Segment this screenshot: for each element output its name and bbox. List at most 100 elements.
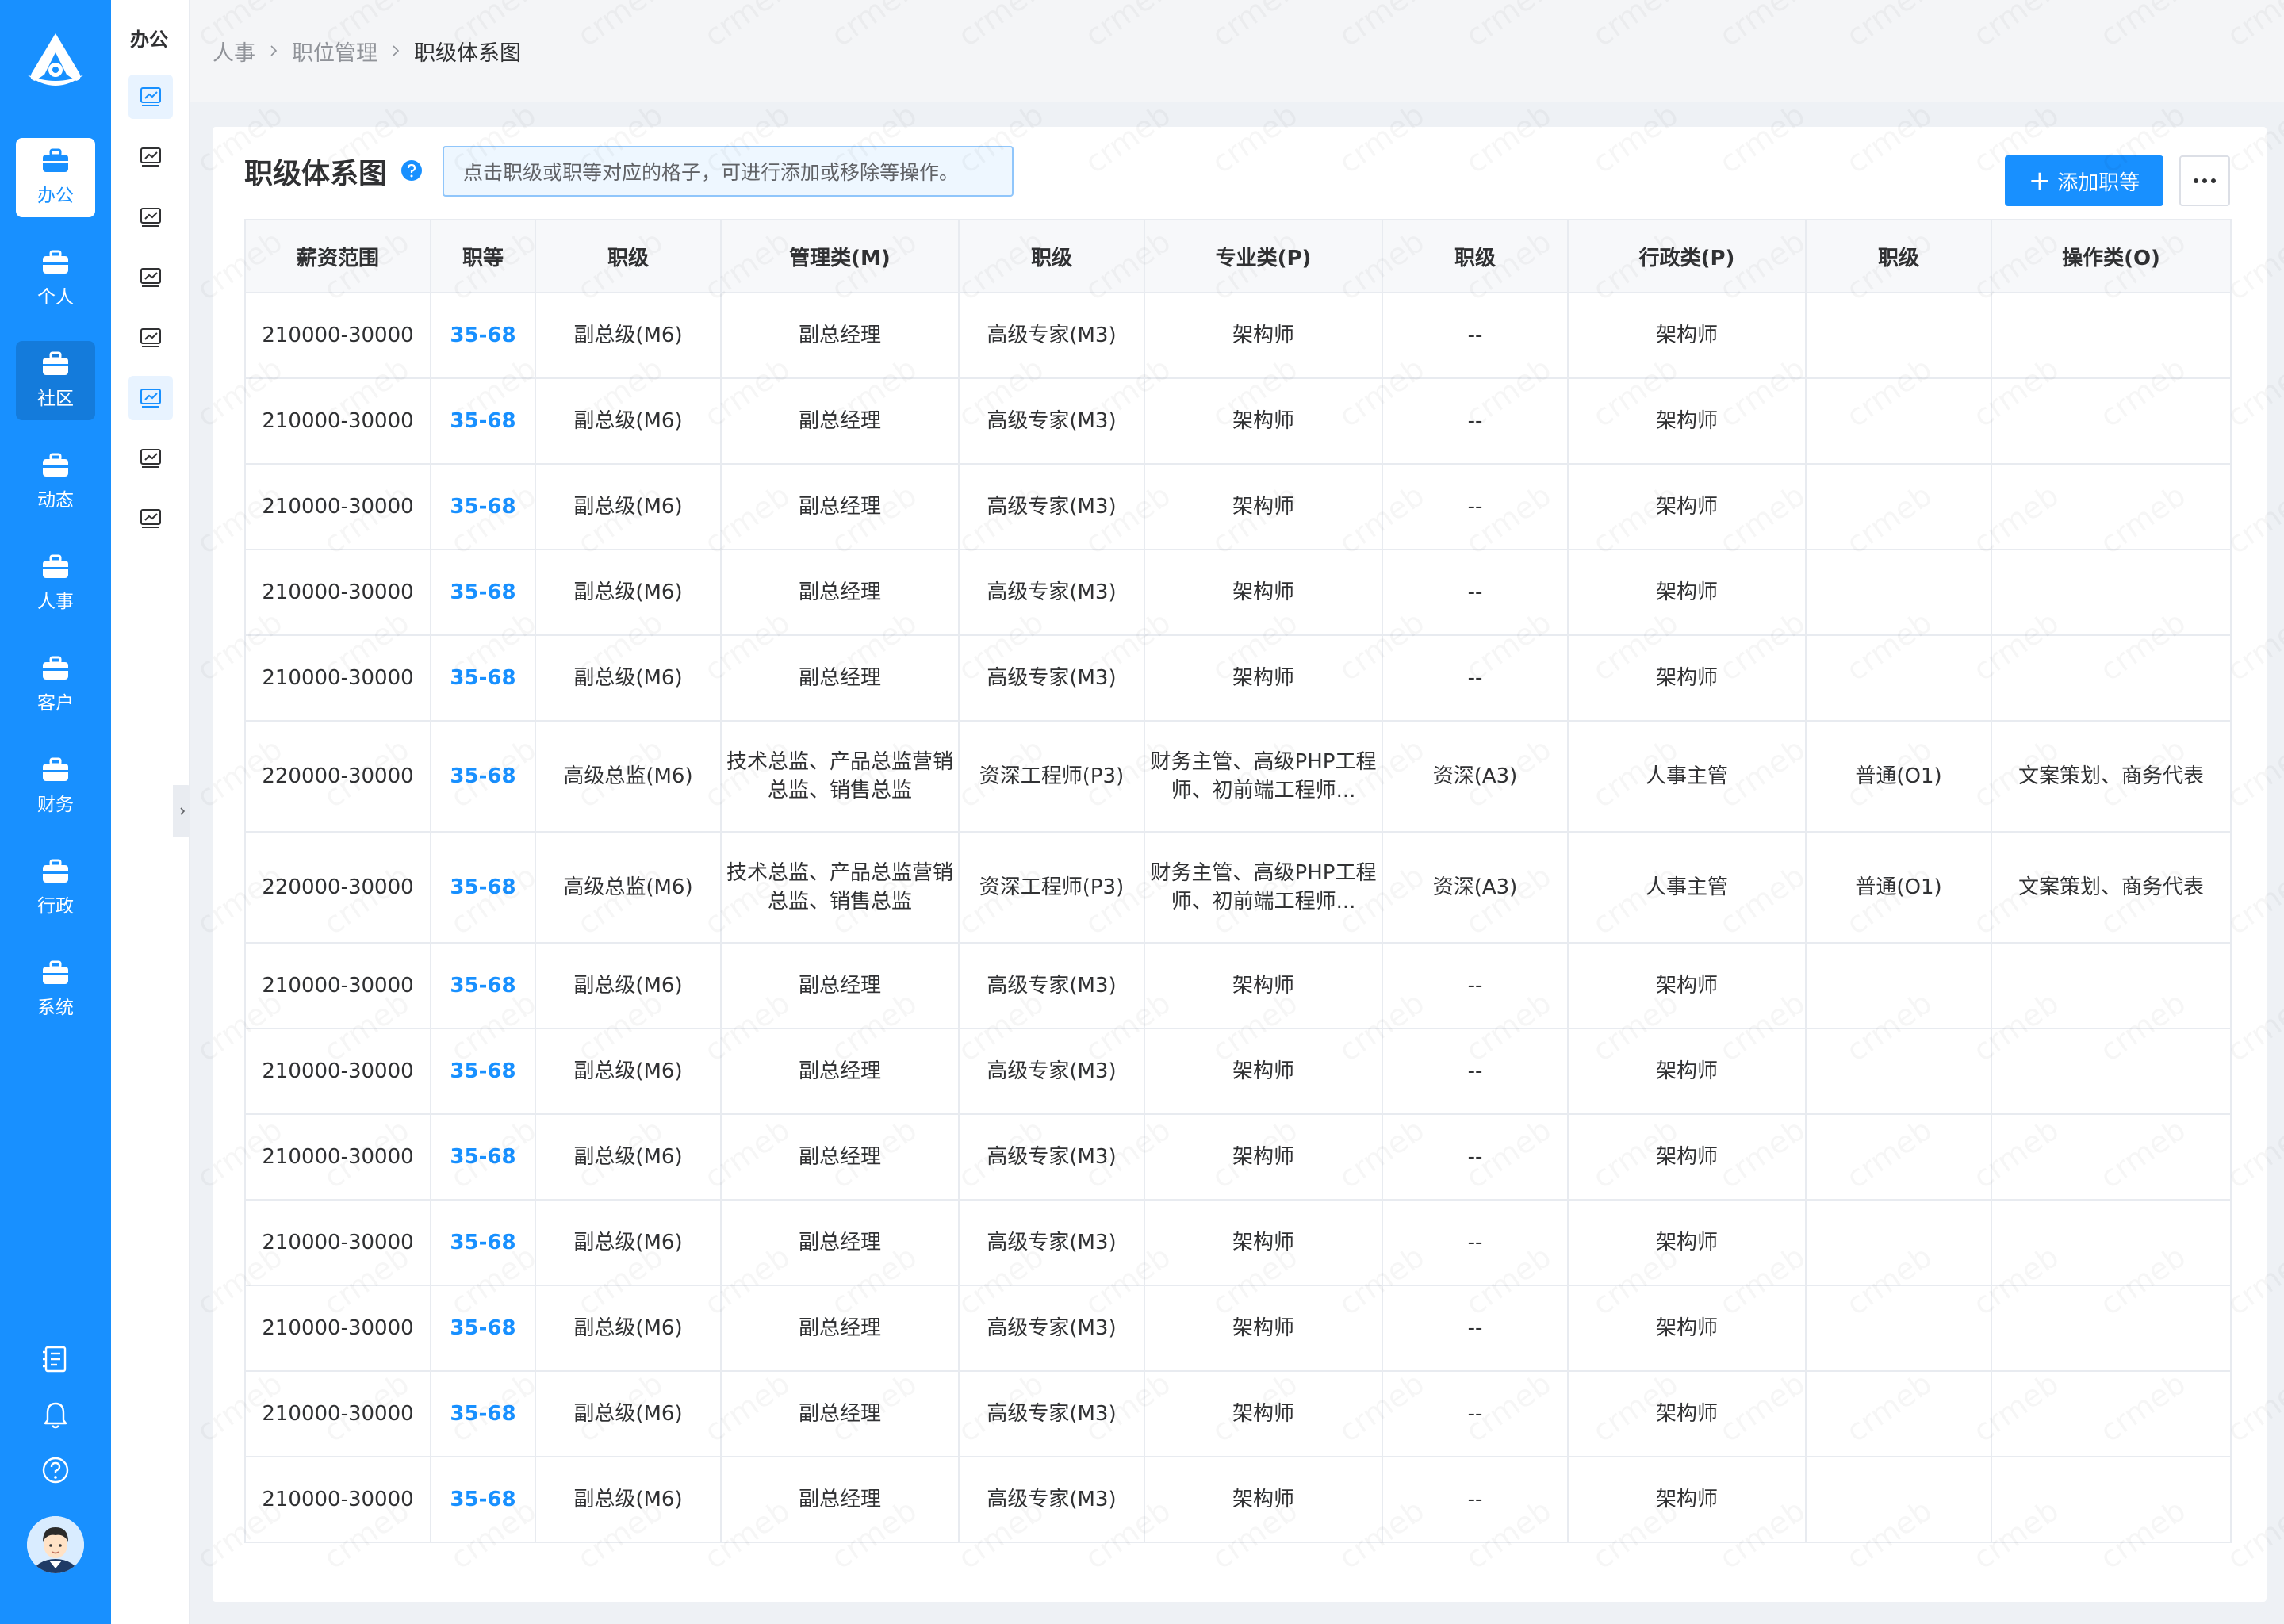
table-cell[interactable]: 资深(A3) bbox=[1382, 831, 1569, 944]
table-cell[interactable]: 副总经理 bbox=[720, 1113, 960, 1201]
table-cell[interactable]: 副总级(M6) bbox=[535, 1113, 722, 1201]
subnav-item[interactable] bbox=[128, 496, 173, 541]
table-cell[interactable] bbox=[1805, 1370, 1992, 1457]
breadcrumb-item-hr[interactable]: 人事 bbox=[213, 36, 255, 67]
table-cell[interactable]: -- bbox=[1382, 1285, 1569, 1372]
table-cell[interactable]: 资深(A3) bbox=[1382, 720, 1569, 833]
collapse-sidebar-button[interactable] bbox=[173, 785, 192, 837]
table-cell[interactable]: 210000-30000 bbox=[244, 634, 431, 722]
table-cell[interactable]: 架构师 bbox=[1567, 292, 1807, 379]
table-cell[interactable]: 架构师 bbox=[1144, 1113, 1383, 1201]
table-cell[interactable]: 架构师 bbox=[1567, 377, 1807, 465]
table-cell[interactable] bbox=[1991, 1285, 2232, 1372]
subnav-item[interactable] bbox=[128, 75, 173, 119]
table-cell[interactable]: 高级专家(M3) bbox=[958, 377, 1145, 465]
sidebar-item[interactable]: 个人 bbox=[16, 239, 95, 319]
table-cell[interactable]: 副总经理 bbox=[720, 1456, 960, 1543]
subnav-item[interactable] bbox=[128, 195, 173, 239]
table-cell[interactable]: 210000-30000 bbox=[244, 1370, 431, 1457]
table-cell[interactable]: 技术总监、产品总监营销总监、销售总监 bbox=[720, 720, 960, 833]
table-cell[interactable]: 架构师 bbox=[1144, 1028, 1383, 1115]
table-cell[interactable]: 副总级(M6) bbox=[535, 634, 722, 722]
table-cell[interactable] bbox=[1805, 1113, 1992, 1201]
table-cell[interactable]: 副总级(M6) bbox=[535, 463, 722, 550]
help-circle-icon[interactable] bbox=[40, 1454, 71, 1486]
table-cell[interactable] bbox=[1991, 942, 2232, 1029]
sidebar-item[interactable]: 财务 bbox=[16, 747, 95, 826]
table-cell[interactable]: -- bbox=[1382, 1370, 1569, 1457]
table-cell[interactable]: 210000-30000 bbox=[244, 292, 431, 379]
table-cell[interactable]: 资深工程师(P3) bbox=[958, 831, 1145, 944]
table-cell[interactable]: 资深工程师(P3) bbox=[958, 720, 1145, 833]
table-cell[interactable]: 架构师 bbox=[1567, 634, 1807, 722]
table-cell[interactable]: 文案策划、商务代表 bbox=[1991, 720, 2232, 833]
table-cell[interactable]: 高级专家(M3) bbox=[958, 1285, 1145, 1372]
table-cell[interactable]: 架构师 bbox=[1567, 1285, 1807, 1372]
table-cell[interactable] bbox=[1805, 942, 1992, 1029]
table-cell[interactable] bbox=[1805, 1285, 1992, 1372]
table-cell[interactable]: 副总经理 bbox=[720, 634, 960, 722]
user-avatar[interactable] bbox=[27, 1516, 84, 1573]
sidebar-item[interactable]: 动态 bbox=[16, 442, 95, 522]
table-cell[interactable]: 210000-30000 bbox=[244, 1113, 431, 1201]
sidebar-item[interactable]: 行政 bbox=[16, 848, 95, 928]
table-cell[interactable]: 副总经理 bbox=[720, 1028, 960, 1115]
table-cell[interactable]: 副总经理 bbox=[720, 463, 960, 550]
table-cell[interactable] bbox=[1805, 1028, 1992, 1115]
table-cell[interactable] bbox=[1805, 549, 1992, 636]
table-cell[interactable]: 架构师 bbox=[1144, 463, 1383, 550]
table-cell[interactable]: -- bbox=[1382, 549, 1569, 636]
table-cell[interactable]: -- bbox=[1382, 634, 1569, 722]
table-cell[interactable]: 副总级(M6) bbox=[535, 549, 722, 636]
sidebar-item[interactable]: 人事 bbox=[16, 544, 95, 623]
table-cell[interactable]: 架构师 bbox=[1567, 549, 1807, 636]
table-cell[interactable]: -- bbox=[1382, 1028, 1569, 1115]
table-cell[interactable]: 副总级(M6) bbox=[535, 1028, 722, 1115]
table-cell[interactable] bbox=[1991, 1456, 2232, 1543]
table-cell[interactable] bbox=[1805, 1199, 1992, 1286]
grade-link[interactable]: 35-68 bbox=[430, 377, 536, 465]
grade-link[interactable]: 35-68 bbox=[430, 1113, 536, 1201]
table-cell[interactable]: 高级专家(M3) bbox=[958, 634, 1145, 722]
grade-link[interactable]: 35-68 bbox=[430, 292, 536, 379]
table-cell[interactable]: 高级专家(M3) bbox=[958, 942, 1145, 1029]
table-cell[interactable]: 架构师 bbox=[1144, 549, 1383, 636]
table-cell[interactable]: 220000-30000 bbox=[244, 831, 431, 944]
table-cell[interactable]: 高级总监(M6) bbox=[535, 720, 722, 833]
table-cell[interactable]: 210000-30000 bbox=[244, 1285, 431, 1372]
grade-link[interactable]: 35-68 bbox=[430, 463, 536, 550]
table-cell[interactable]: 架构师 bbox=[1567, 942, 1807, 1029]
grade-link[interactable]: 35-68 bbox=[430, 1199, 536, 1286]
table-cell[interactable]: 副总经理 bbox=[720, 1199, 960, 1286]
table-cell[interactable]: -- bbox=[1382, 1199, 1569, 1286]
table-cell[interactable]: -- bbox=[1382, 292, 1569, 379]
table-cell[interactable]: -- bbox=[1382, 377, 1569, 465]
table-cell[interactable]: 架构师 bbox=[1144, 1199, 1383, 1286]
table-cell[interactable]: 高级总监(M6) bbox=[535, 831, 722, 944]
table-cell[interactable]: 副总级(M6) bbox=[535, 377, 722, 465]
table-cell[interactable]: 高级专家(M3) bbox=[958, 1028, 1145, 1115]
table-cell[interactable]: 副总经理 bbox=[720, 549, 960, 636]
table-cell[interactable]: 普通(O1) bbox=[1805, 831, 1992, 944]
table-cell[interactable]: 副总经理 bbox=[720, 377, 960, 465]
table-cell[interactable] bbox=[1805, 463, 1992, 550]
grade-link[interactable]: 35-68 bbox=[430, 549, 536, 636]
table-cell[interactable]: 技术总监、产品总监营销总监、销售总监 bbox=[720, 831, 960, 944]
sidebar-item[interactable]: 客户 bbox=[16, 645, 95, 725]
table-cell[interactable]: 人事主管 bbox=[1567, 720, 1807, 833]
table-cell[interactable]: 高级专家(M3) bbox=[958, 1113, 1145, 1201]
app-logo[interactable] bbox=[21, 29, 90, 98]
table-cell[interactable]: -- bbox=[1382, 1113, 1569, 1201]
table-cell[interactable]: 普通(O1) bbox=[1805, 720, 1992, 833]
subnav-item[interactable] bbox=[128, 436, 173, 481]
table-cell[interactable] bbox=[1991, 1370, 2232, 1457]
table-cell[interactable]: 副总经理 bbox=[720, 292, 960, 379]
table-cell[interactable]: 财务主管、高级PHP工程师、初前端工程师... bbox=[1144, 831, 1383, 944]
subnav-item[interactable] bbox=[128, 376, 173, 420]
table-cell[interactable]: 210000-30000 bbox=[244, 1199, 431, 1286]
grade-link[interactable]: 35-68 bbox=[430, 720, 536, 833]
table-cell[interactable] bbox=[1991, 292, 2232, 379]
table-cell[interactable]: 副总经理 bbox=[720, 942, 960, 1029]
table-cell[interactable]: 副总级(M6) bbox=[535, 942, 722, 1029]
table-cell[interactable] bbox=[1805, 292, 1992, 379]
